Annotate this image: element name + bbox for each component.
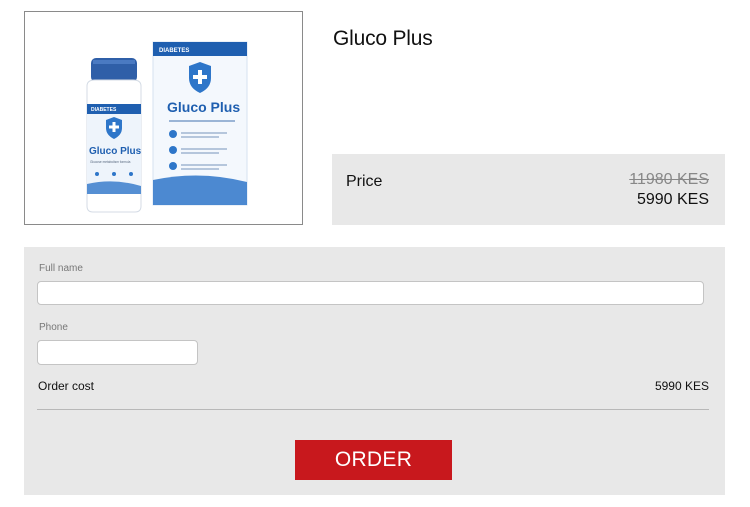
price-panel: Price 11980 KES 5990 KES: [332, 154, 725, 225]
current-price: 5990 KES: [636, 191, 709, 208]
box-brand-text: Gluco Plus: [167, 99, 240, 115]
price-label: Price: [346, 173, 383, 190]
order-button[interactable]: ORDER: [295, 440, 452, 480]
phone-label: Phone: [39, 322, 68, 333]
phone-field[interactable]: [37, 340, 198, 365]
bottle-badge-text: DIABETES: [91, 107, 117, 113]
old-price: 11980 KES: [629, 171, 709, 188]
product-image-frame: DIABETES Gluco Plus DIABETES Gluco Plus …: [24, 11, 303, 225]
order-cost-label: Order cost: [38, 379, 95, 393]
bottle-brand-text: Gluco Plus: [89, 146, 142, 157]
bottle-subtitle-text: Glucose metabolism formula: [90, 160, 131, 164]
order-cost-value: 5990 KES: [654, 379, 709, 393]
box-badge-text: DIABETES: [159, 48, 189, 54]
full-name-label: Full name: [39, 263, 83, 274]
full-name-field[interactable]: [37, 281, 704, 305]
product-image: DIABETES Gluco Plus DIABETES Gluco Plus …: [86, 41, 248, 213]
product-bottle: DIABETES Gluco Plus Glucose metabolism f…: [86, 58, 142, 213]
product-title: Gluco Plus: [333, 27, 433, 50]
order-form: Full name Phone Order cost 5990 KES ORDE…: [24, 247, 725, 495]
divider: [37, 409, 709, 410]
product-box: DIABETES Gluco Plus: [152, 41, 248, 206]
